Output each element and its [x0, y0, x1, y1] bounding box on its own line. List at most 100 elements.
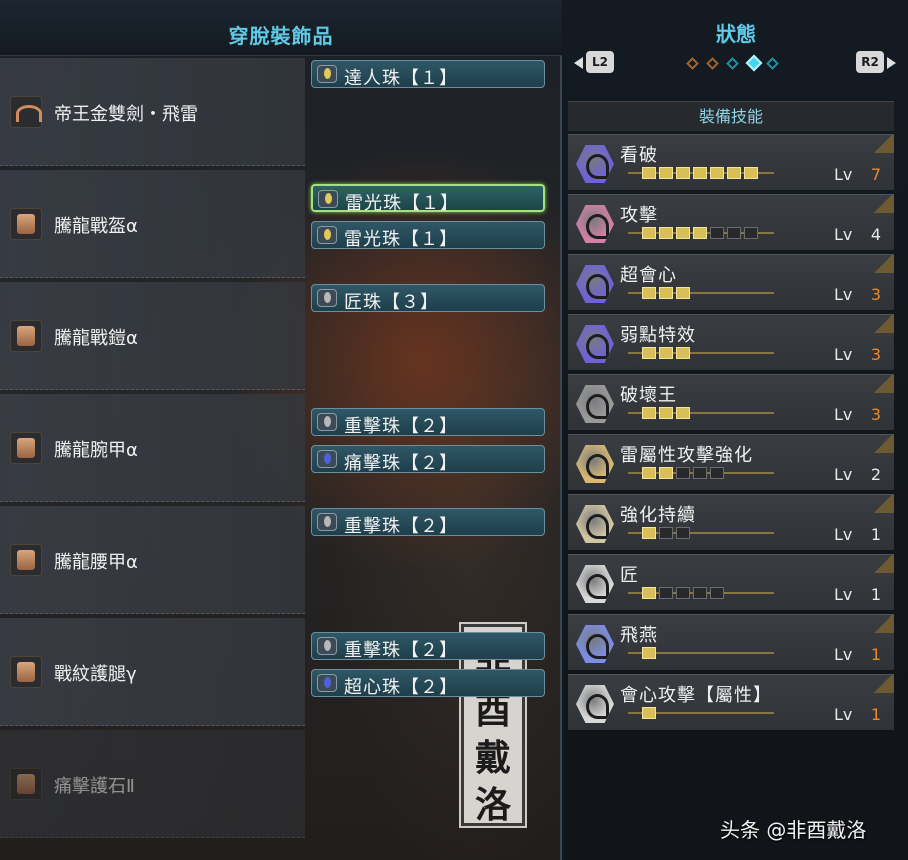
decoration-name: 重擊珠【２】	[344, 516, 458, 537]
skill-row[interactable]: 匠 Lv 1	[568, 554, 894, 610]
level-pip	[659, 287, 673, 299]
skill-row[interactable]: 雷屬性攻擊強化 Lv 2	[568, 434, 894, 490]
decoration-gem-icon	[317, 674, 337, 692]
equipment-name: 騰龍腰甲α	[54, 552, 138, 573]
decoration-slot[interactable]: 雷光珠【１】	[311, 184, 545, 214]
page-dot-icon[interactable]	[686, 57, 699, 70]
level-label: Lv	[834, 285, 853, 304]
skill-row[interactable]: 會心攻擊【屬性】 Lv 1	[568, 674, 894, 730]
decoration-panel-header: 穿脫裝飾品	[0, 0, 562, 56]
decoration-slot[interactable]: 痛擊珠【２】	[311, 445, 545, 474]
arrow-right-icon[interactable]	[887, 57, 896, 69]
decoration-gem-icon	[317, 450, 337, 468]
decoration-slot[interactable]: 重擊珠【２】	[311, 632, 545, 661]
equipment-row[interactable]: 帝王金雙劍・飛雷	[0, 58, 305, 166]
level-pip	[693, 227, 707, 239]
level-pip	[693, 167, 707, 179]
decoration-slot[interactable]: 達人珠【１】	[311, 60, 545, 89]
skill-row[interactable]: 弱點特效 Lv 3	[568, 314, 894, 370]
decoration-slot[interactable]: 重擊珠【２】	[311, 508, 545, 537]
equipment-row[interactable]: 騰龍腰甲α	[0, 506, 305, 614]
decoration-gem-icon	[317, 637, 337, 655]
level-pip	[659, 227, 673, 239]
page-dot-icon[interactable]	[745, 54, 763, 72]
decoration-slot[interactable]: 匠珠【３】	[311, 284, 545, 313]
skill-name: 會心攻擊【屬性】	[620, 685, 772, 706]
skill-row[interactable]: 超會心 Lv 3	[568, 254, 894, 310]
corner-ornament-icon	[872, 255, 894, 273]
decoration-name: 雷光珠【１】	[344, 229, 458, 250]
decoration-name: 雷光珠【１】	[345, 193, 459, 214]
equipment-row[interactable]: 騰龍腕甲α	[0, 394, 305, 502]
level-pip	[642, 407, 656, 419]
equipment-name: 戰紋護腿γ	[54, 664, 137, 685]
skill-level-value: 3	[870, 345, 882, 364]
dual-blades-icon	[10, 96, 42, 128]
skill-gem-icon	[576, 625, 614, 663]
helmet-icon	[10, 208, 42, 240]
level-label: Lv	[834, 705, 853, 724]
level-pip	[710, 227, 724, 239]
skill-level-gauge	[628, 167, 774, 179]
level-pip	[676, 287, 690, 299]
level-pip	[659, 527, 673, 539]
decoration-slot[interactable]: 超心珠【２】	[311, 669, 545, 698]
level-pip	[676, 527, 690, 539]
decoration-gem-icon	[317, 226, 337, 244]
decoration-gem-icon	[318, 190, 338, 208]
arm-armor-icon	[10, 432, 42, 464]
level-label: Lv	[834, 525, 853, 544]
watermark: 头条 @非酉戴洛	[720, 818, 867, 842]
skill-row[interactable]: 破壞王 Lv 3	[568, 374, 894, 430]
skill-level-value: 2	[870, 465, 882, 484]
skill-level-gauge	[628, 467, 774, 479]
skill-level-value: 7	[870, 165, 882, 184]
equipment-row[interactable]: 騰龍戰盔α	[0, 170, 305, 278]
seal-char: 戴	[474, 737, 511, 779]
decoration-name: 重擊珠【２】	[344, 416, 458, 437]
level-pip	[727, 227, 741, 239]
decoration-name: 匠珠【３】	[344, 292, 439, 313]
skill-row[interactable]: 看破 Lv 7	[568, 134, 894, 190]
corner-ornament-icon	[872, 375, 894, 393]
level-pip	[710, 467, 724, 479]
page-dot-icon[interactable]	[766, 57, 779, 70]
level-pip	[642, 527, 656, 539]
decoration-slot[interactable]: 重擊珠【２】	[311, 408, 545, 437]
level-pip	[659, 467, 673, 479]
page-dot-icon[interactable]	[726, 57, 739, 70]
level-pip	[693, 587, 707, 599]
level-pip	[710, 587, 724, 599]
level-pip	[676, 227, 690, 239]
level-label: Lv	[834, 645, 853, 664]
level-pip	[642, 167, 656, 179]
skill-name: 匠	[620, 565, 639, 586]
level-label: Lv	[834, 585, 853, 604]
skill-level-value: 1	[870, 645, 882, 664]
skill-level-gauge	[628, 707, 774, 719]
status-panel: 狀態 L2 R2 裝備技能 看破 Lv 7 攻擊 Lv 4 超會心 Lv 3 弱點特效 Lv 3 破壞王…	[564, 0, 908, 860]
equipment-row[interactable]: 騰龍戰鎧α	[0, 282, 305, 390]
skill-row[interactable]: 飛燕 Lv 1	[568, 614, 894, 670]
level-pip	[744, 227, 758, 239]
equipment-row[interactable]: 戰紋護腿γ	[0, 618, 305, 726]
skill-level-value: 3	[870, 285, 882, 304]
level-pip	[642, 347, 656, 359]
page-indicator	[686, 54, 788, 72]
level-pip	[642, 587, 656, 599]
prev-page-button[interactable]: L2	[586, 51, 614, 73]
decoration-slot[interactable]: 雷光珠【１】	[311, 221, 545, 250]
skill-row[interactable]: 強化持續 Lv 1	[568, 494, 894, 550]
corner-ornament-icon	[872, 495, 894, 513]
decoration-name: 痛擊珠【２】	[344, 453, 458, 474]
chest-armor-icon	[10, 320, 42, 352]
corner-ornament-icon	[872, 135, 894, 153]
page-dot-icon[interactable]	[706, 57, 719, 70]
skill-row[interactable]: 攻擊 Lv 4	[568, 194, 894, 250]
equipment-row[interactable]: 痛擊護石Ⅱ	[0, 730, 305, 838]
arrow-left-icon[interactable]	[574, 57, 583, 69]
skill-name: 看破	[620, 145, 658, 166]
decoration-gem-icon	[317, 513, 337, 531]
waist-armor-icon	[10, 544, 42, 576]
next-page-button[interactable]: R2	[856, 51, 884, 73]
